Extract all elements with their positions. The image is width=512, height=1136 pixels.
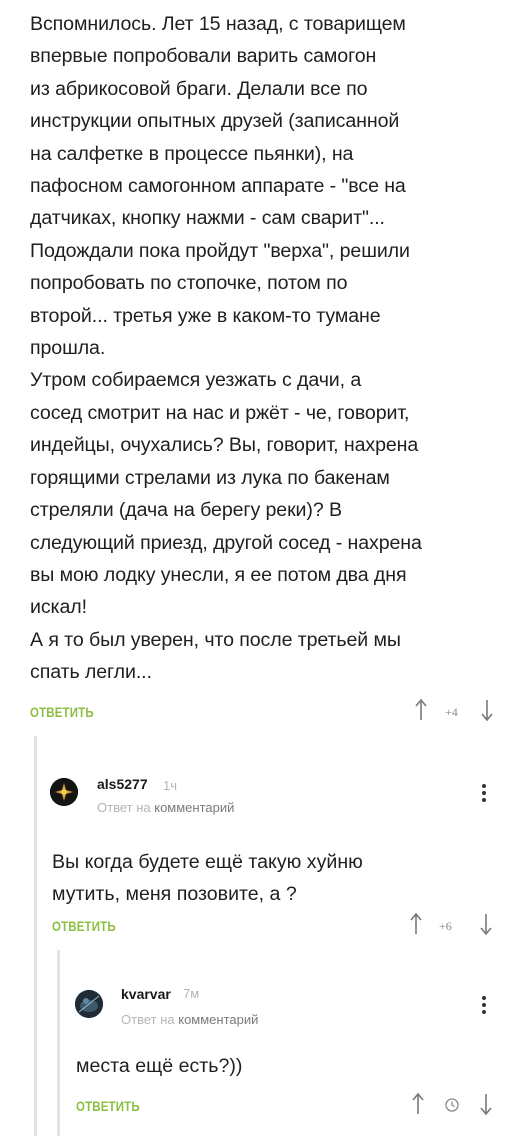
reply-to-prefix: Ответ на [121, 1012, 175, 1027]
comment-text: места ещё есть?)) [76, 1055, 243, 1077]
more-vertical-icon[interactable] [481, 782, 487, 804]
arrow-up-icon[interactable] [414, 698, 428, 722]
reply-to-link[interactable]: комментарий [154, 800, 234, 815]
comment-time: 7м [183, 986, 200, 1001]
reply-button[interactable]: ОТВЕТИТЬ [30, 704, 94, 720]
clock-icon [444, 1097, 460, 1113]
vote-count: +6 [439, 919, 452, 933]
arrow-down-icon[interactable] [479, 1092, 493, 1116]
reply-button[interactable]: ОТВЕТИТЬ [76, 1098, 140, 1114]
thread-line [34, 736, 37, 1136]
comment-time: 1ч [163, 778, 178, 793]
arrow-down-icon[interactable] [480, 698, 494, 722]
comment-actions: ОТВЕТИТЬ [76, 1092, 500, 1120]
comment-actions: ОТВЕТИТЬ +6 [52, 912, 500, 940]
reply-button[interactable]: ОТВЕТИТЬ [52, 918, 116, 934]
comment-username[interactable]: als5277 [97, 776, 148, 792]
reply-to-label: Ответ на комментарий [97, 800, 234, 815]
post-actions: ОТВЕТИТЬ +4 [30, 698, 500, 726]
comment-text: Вы когда будете ещё такую хуйню мутить, … [52, 851, 363, 906]
reply-to-link[interactable]: комментарий [178, 1012, 258, 1027]
avatar[interactable] [75, 990, 103, 1018]
arrow-up-icon[interactable] [411, 1092, 425, 1116]
more-vertical-icon[interactable] [481, 994, 487, 1016]
reply-to-prefix: Ответ на [97, 800, 151, 815]
avatar[interactable] [50, 778, 78, 806]
arrow-down-icon[interactable] [479, 912, 493, 936]
vote-count: +4 [445, 705, 458, 719]
reply-to-label: Ответ на комментарий [121, 1012, 258, 1027]
post-text: Вспомнилось. Лет 15 назад, с товарищем в… [30, 13, 422, 684]
comment-username[interactable]: kvarvar [121, 986, 171, 1002]
thread-line [57, 950, 60, 1136]
arrow-up-icon[interactable] [409, 912, 423, 936]
